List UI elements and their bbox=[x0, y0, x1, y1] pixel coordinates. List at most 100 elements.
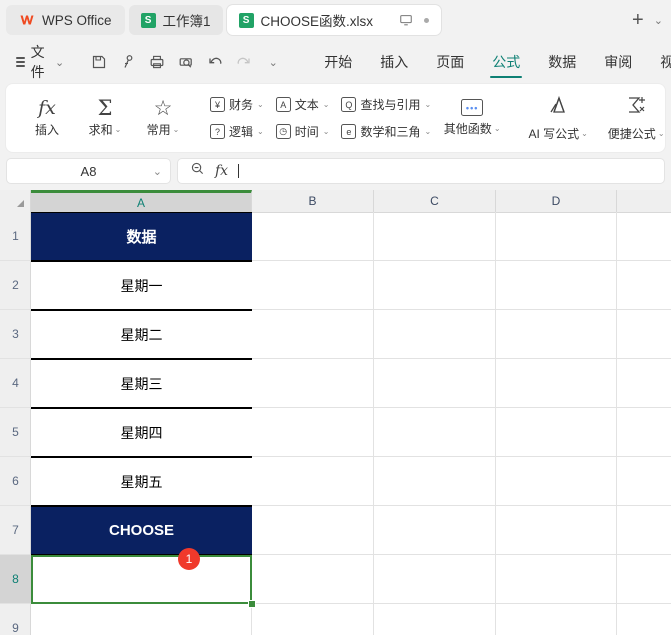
math-trig-label: 数学和三角 bbox=[360, 125, 421, 139]
ribbon-tab-label: 开始 bbox=[324, 54, 353, 70]
select-all-triangle-icon bbox=[17, 200, 24, 207]
cell-a1[interactable]: 数据 bbox=[31, 212, 252, 261]
datetime-button[interactable]: ◷ 时间 ⌄ bbox=[272, 122, 334, 141]
ribbon-tab-label: 公式 bbox=[492, 54, 521, 70]
name-box-value: A8 bbox=[80, 163, 97, 179]
row-header-7[interactable]: 7 bbox=[0, 506, 31, 555]
logic-button[interactable]: ? 逻辑 ⌄ bbox=[206, 122, 268, 141]
autosum-button[interactable]: Σ 求和 ⌄ bbox=[76, 89, 134, 147]
row-header-8[interactable]: 8 bbox=[0, 555, 31, 604]
document-tab-0[interactable]: S 工作簿1 bbox=[128, 5, 223, 35]
cell-a8[interactable] bbox=[31, 555, 252, 604]
row-header-label: 5 bbox=[12, 425, 19, 439]
column-header-label: D bbox=[551, 194, 561, 208]
chevron-down-icon: ⌄ bbox=[322, 127, 330, 136]
wps-office-home-tab[interactable]: WPS Office bbox=[6, 5, 125, 35]
cell-a3[interactable]: 星期二 bbox=[31, 310, 252, 359]
quick-access-more-icon[interactable]: ⌄ bbox=[260, 49, 286, 75]
fill-handle[interactable] bbox=[248, 600, 256, 608]
ribbon-tab-label: 审阅 bbox=[604, 54, 633, 70]
autosum-icon: Σ bbox=[97, 96, 113, 120]
file-menu-button[interactable]: 文件 ⌄ bbox=[10, 39, 70, 85]
row-header-label: 2 bbox=[12, 278, 19, 292]
insert-function-label: 插入 bbox=[34, 123, 59, 137]
ribbon-tab-data[interactable]: 数据 bbox=[534, 40, 590, 84]
autosum-label: 求和 bbox=[88, 123, 113, 137]
chevron-down-icon[interactable]: ⌄ bbox=[654, 14, 663, 27]
ribbon-tab-page[interactable]: 页面 bbox=[422, 40, 478, 84]
formula-input[interactable]: fx bbox=[177, 158, 665, 184]
chevron-down-icon: ⌄ bbox=[493, 124, 501, 133]
spreadsheet-grid[interactable]: A B C D 1 2 3 4 5 6 7 8 9 数据 星期一 星期二 星期三… bbox=[0, 190, 671, 635]
ai-formula-button[interactable]: AI 写公式 ⌄ bbox=[519, 89, 597, 147]
ribbon-tab-formula[interactable]: 公式 bbox=[478, 40, 534, 84]
new-tab-button[interactable]: + bbox=[627, 10, 649, 30]
cell-value: 星期五 bbox=[120, 473, 163, 490]
monitor-icon[interactable] bbox=[395, 9, 417, 31]
select-all-corner[interactable] bbox=[0, 190, 31, 212]
cell-area[interactable]: 数据 星期一 星期二 星期三 星期四 星期五 CHOOSE 1 bbox=[31, 212, 671, 635]
column-header-c[interactable]: C bbox=[374, 190, 496, 212]
cell-a7[interactable]: CHOOSE bbox=[31, 506, 252, 555]
row-header-5[interactable]: 5 bbox=[0, 408, 31, 457]
chevron-down-icon: ⌄ bbox=[257, 100, 264, 109]
ribbon-tab-label: 视图 bbox=[660, 54, 671, 70]
chevron-down-icon: ⌄ bbox=[424, 100, 432, 109]
ribbon-tab-label: 数据 bbox=[548, 54, 577, 70]
row-header-9[interactable]: 9 bbox=[0, 604, 31, 635]
quick-formula-button[interactable]: 便捷公式 ⌄ bbox=[597, 89, 671, 147]
row-header-label: 9 bbox=[12, 621, 19, 635]
window-tab-bar: WPS Office S 工作簿1 S CHOOSE函数.xlsx + ⌄ bbox=[0, 0, 671, 40]
math-trig-button[interactable]: e 数学和三角 ⌄ bbox=[337, 122, 435, 141]
logic-icon: ? bbox=[210, 124, 225, 139]
insert-function-button[interactable]: fx 插入 bbox=[18, 89, 76, 147]
share-icon[interactable] bbox=[115, 49, 141, 75]
column-header-a[interactable]: A bbox=[31, 190, 252, 212]
column-header-e[interactable] bbox=[617, 190, 671, 212]
row-header-label: 7 bbox=[12, 523, 19, 537]
chevron-down-icon: ⌄ bbox=[322, 100, 330, 109]
redo-icon[interactable] bbox=[231, 49, 257, 75]
logic-label: 逻辑 bbox=[229, 125, 254, 139]
print-preview-icon[interactable] bbox=[173, 49, 199, 75]
ribbon-tab-review[interactable]: 审阅 bbox=[590, 40, 646, 84]
finance-button[interactable]: ¥ 财务 ⌄ bbox=[206, 95, 268, 114]
row-header-4[interactable]: 4 bbox=[0, 359, 31, 408]
row-header-2[interactable]: 2 bbox=[0, 261, 31, 310]
more-functions-button[interactable]: ••• 其他函数 ⌄ bbox=[437, 89, 507, 147]
row-header-1[interactable]: 1 bbox=[0, 212, 31, 261]
column-header-b[interactable]: B bbox=[252, 190, 374, 212]
lookup-button[interactable]: Q 查找与引用 ⌄ bbox=[337, 95, 435, 114]
lookup-icon: Q bbox=[341, 97, 357, 112]
name-box[interactable]: A8 ⌄ bbox=[6, 158, 171, 184]
cell-a6[interactable]: 星期五 bbox=[31, 457, 252, 506]
row-header-label: 1 bbox=[12, 229, 19, 243]
hamburger-icon bbox=[16, 55, 25, 70]
finance-label: 财务 bbox=[229, 98, 254, 112]
column-header-d[interactable]: D bbox=[496, 190, 617, 212]
row-header-6[interactable]: 6 bbox=[0, 457, 31, 506]
chevron-down-icon[interactable]: ⌄ bbox=[153, 165, 162, 178]
common-functions-button[interactable]: ☆ 常用 ⌄ bbox=[134, 89, 192, 147]
row-header-3[interactable]: 3 bbox=[0, 310, 31, 359]
print-icon[interactable] bbox=[144, 49, 170, 75]
cell-value: 星期二 bbox=[120, 326, 163, 343]
quick-formula-icon bbox=[623, 94, 649, 121]
category-column-2: A 文本 ⌄ ◷ 时间 ⌄ bbox=[270, 84, 336, 152]
text-button[interactable]: A 文本 ⌄ bbox=[272, 95, 334, 114]
step-badge-1: 1 bbox=[178, 548, 200, 570]
ribbon-tab-insert[interactable]: 插入 bbox=[366, 40, 422, 84]
spreadsheet-icon: S bbox=[140, 12, 156, 28]
ribbon-tab-start[interactable]: 开始 bbox=[310, 40, 366, 84]
search-minus-icon[interactable] bbox=[190, 161, 205, 181]
formula-bar: A8 ⌄ fx bbox=[0, 152, 671, 190]
cell-a2[interactable]: 星期一 bbox=[31, 261, 252, 310]
quick-formula-label: 便捷公式 bbox=[607, 127, 656, 141]
ribbon-tab-view[interactable]: 视图 bbox=[646, 40, 671, 84]
document-tab-1[interactable]: S CHOOSE函数.xlsx bbox=[226, 5, 441, 35]
cell-a5[interactable]: 星期四 bbox=[31, 408, 252, 457]
undo-icon[interactable] bbox=[202, 49, 228, 75]
formula-ribbon: fx 插入 Σ 求和 ⌄ ☆ 常用 ⌄ ¥ 财务 ⌄ ? 逻辑 ⌄ A 文本 ⌄… bbox=[6, 84, 665, 152]
save-icon[interactable] bbox=[86, 49, 112, 75]
cell-a4[interactable]: 星期三 bbox=[31, 359, 252, 408]
